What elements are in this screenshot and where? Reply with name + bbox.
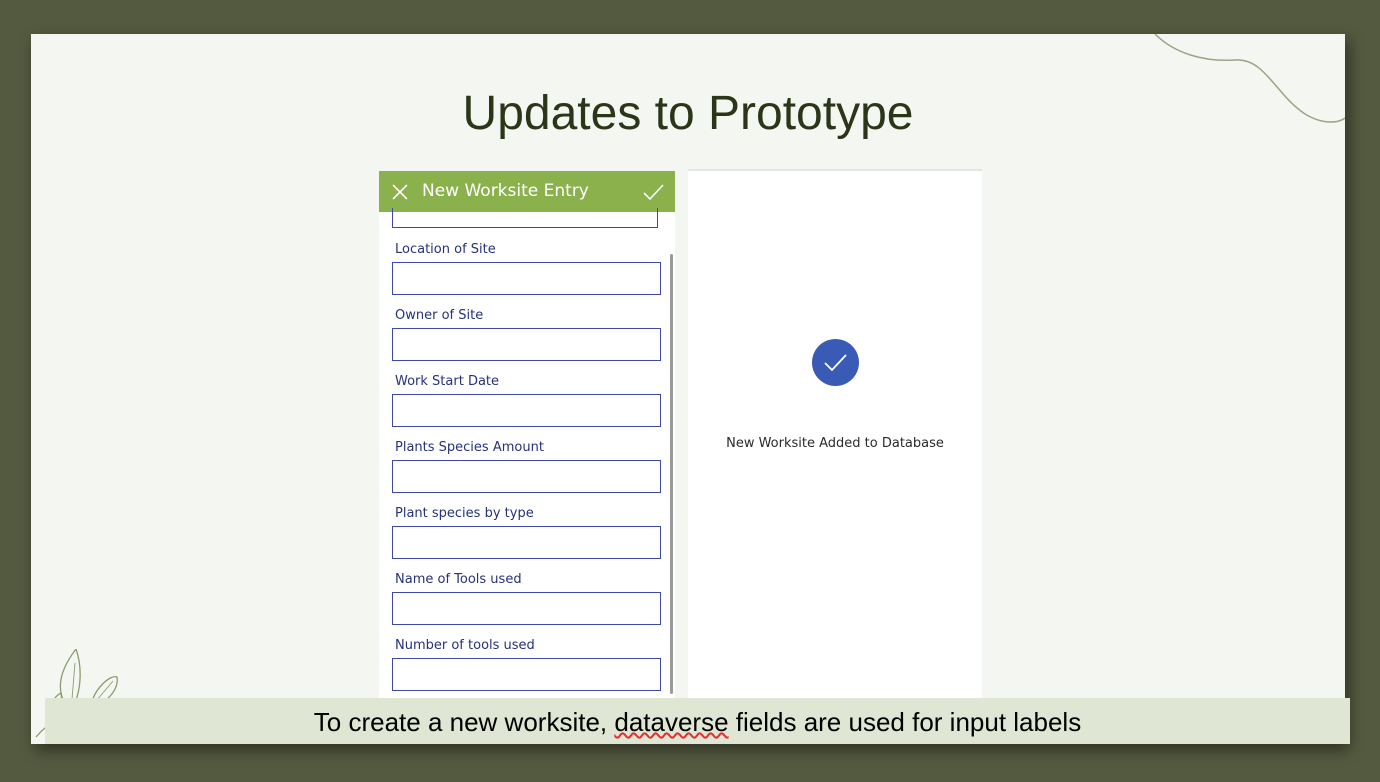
field-label-tools-name: Name of Tools used xyxy=(395,572,522,587)
field-label-start-date: Work Start Date xyxy=(395,374,500,389)
checkmark-icon[interactable] xyxy=(641,180,665,204)
owner-of-site-input[interactable] xyxy=(392,328,661,361)
partial-input-field[interactable] xyxy=(392,208,658,228)
work-start-date-input[interactable] xyxy=(392,394,661,427)
plant-species-by-type-input[interactable] xyxy=(392,526,661,559)
caption-text-start: To create a new worksite, xyxy=(313,707,615,737)
slide: Updates to Prototype New Worksite Entry … xyxy=(31,34,1345,744)
field-label-owner: Owner of Site xyxy=(395,308,484,323)
caption-flagged-word: dataverse xyxy=(614,707,729,737)
form-title: New Worksite Entry xyxy=(422,181,589,201)
number-of-tools-input[interactable] xyxy=(392,658,661,691)
field-label-species-amount: Plants Species Amount xyxy=(395,440,544,455)
plants-species-amount-input[interactable] xyxy=(392,460,661,493)
name-of-tools-input[interactable] xyxy=(392,592,661,625)
form-scrollbar[interactable] xyxy=(670,254,673,694)
field-label-tools-number: Number of tools used xyxy=(395,638,535,653)
field-label-species-type: Plant species by type xyxy=(395,506,534,521)
slide-title: Updates to Prototype xyxy=(462,87,914,140)
form-header: New Worksite Entry xyxy=(379,171,675,212)
caption-text-end: fields are used for input labels xyxy=(728,707,1082,737)
close-icon[interactable] xyxy=(389,181,411,203)
location-of-site-input[interactable] xyxy=(392,262,661,295)
form-body: Location of Site Owner of Site Work Star… xyxy=(379,208,675,731)
success-message: New Worksite Added to Database xyxy=(726,436,944,451)
check-circle-icon xyxy=(812,339,859,386)
field-label-location: Location of Site xyxy=(395,242,496,257)
success-panel: New Worksite Added to Database xyxy=(688,169,982,733)
worksite-form-panel: New Worksite Entry Location of Site Owne… xyxy=(379,171,675,731)
caption-bar: To create a new worksite, dataverse fiel… xyxy=(45,698,1350,744)
